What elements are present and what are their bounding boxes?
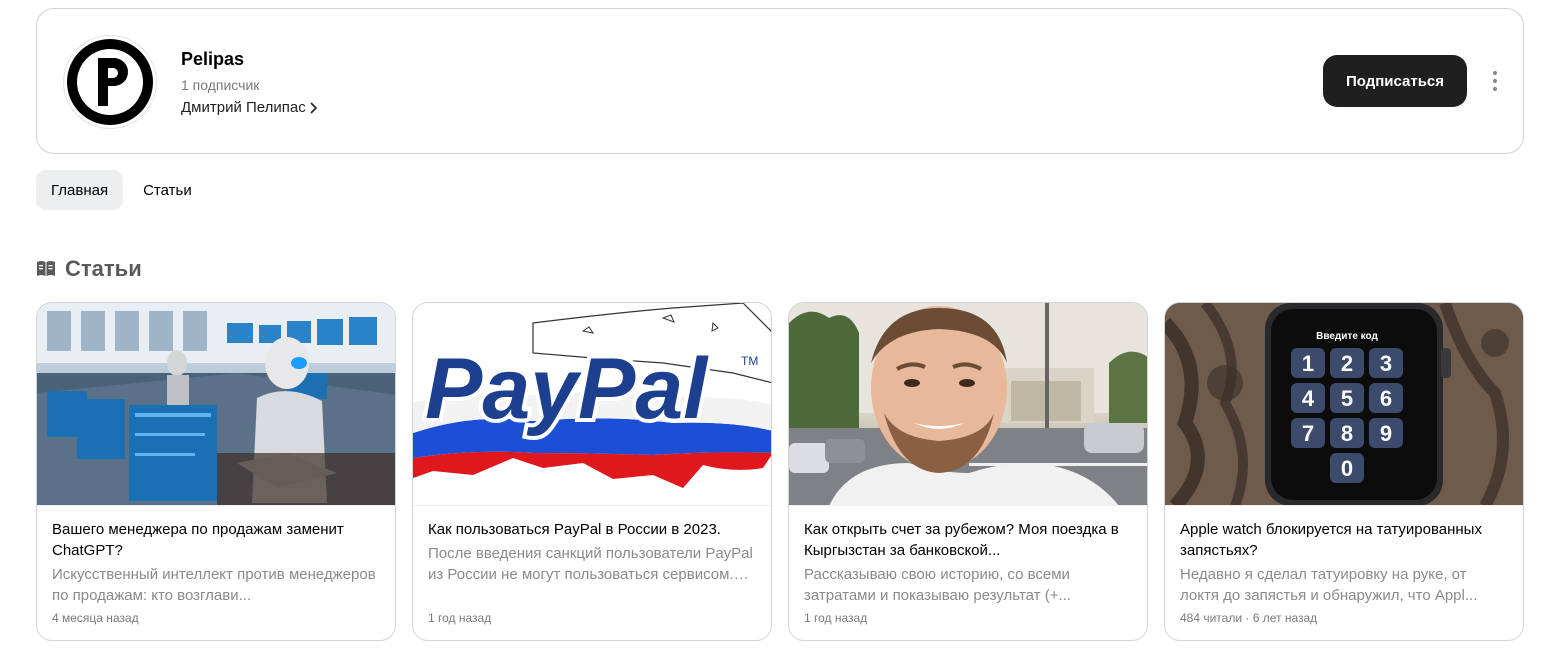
robot-office-illustration: [37, 303, 395, 505]
article-card[interactable]: Как открыть счет за рубежом? Моя поездка…: [788, 302, 1148, 641]
channel-header: Pelipas 1 подписчик Дмитрий Пелипас Подп…: [36, 8, 1524, 154]
keypad-digit: 7: [1302, 421, 1314, 446]
apple-watch-tattoo-illustration: Введите код 1 2 3 4 5 6 7 8 9 0: [1165, 303, 1523, 505]
article-meta: 4 месяца назад: [52, 611, 139, 625]
article-description: После введения санкций пользователи PayP…: [428, 545, 753, 583]
article-title[interactable]: Apple watch блокируется на татуированных…: [1180, 519, 1508, 561]
article-list: Вашего менеджера по продажам заменит Cha…: [36, 302, 1524, 641]
subscribe-button[interactable]: Подписаться: [1323, 55, 1467, 107]
keypad-digit: 3: [1380, 351, 1392, 376]
more-options-icon[interactable]: [1487, 65, 1503, 97]
section-heading: Статьи: [36, 256, 142, 282]
article-image-selfie-bishkek: [789, 303, 1147, 506]
article-title[interactable]: Вашего менеджера по продажам заменит Cha…: [52, 519, 380, 561]
section-title: Статьи: [65, 256, 142, 281]
articles-book-icon: [37, 261, 55, 276]
article-image-paypal-russia: PayPal PayPal TM: [413, 303, 771, 506]
tab-articles[interactable]: Статьи: [128, 170, 207, 210]
watch-prompt: Введите код: [1316, 331, 1378, 342]
channel-avatar[interactable]: [63, 35, 157, 129]
article-card[interactable]: Вашего менеджера по продажам заменит Cha…: [36, 302, 396, 641]
paypal-russia-map-illustration: PayPal PayPal TM: [413, 303, 771, 488]
keypad-digit: 0: [1341, 456, 1353, 481]
channel-logo-icon: [67, 39, 153, 125]
keypad-digit: 6: [1380, 386, 1392, 411]
article-image-apple-watch: Введите код 1 2 3 4 5 6 7 8 9 0: [1165, 303, 1523, 506]
article-description: Рассказываю свою историю, со всеми затра…: [804, 566, 1071, 604]
article-meta: 1 год назад: [428, 611, 492, 625]
tab-main[interactable]: Главная: [36, 170, 124, 210]
keypad-digit: 8: [1341, 421, 1353, 446]
article-image-robots-office: [37, 303, 395, 506]
article-description: Искусственный интеллект против менеджеро…: [52, 566, 376, 604]
article-card[interactable]: PayPal PayPal TM Как пользоваться PayPal…: [412, 302, 772, 641]
article-card[interactable]: Введите код 1 2 3 4 5 6 7 8 9 0 Apple watch блоки…: [1164, 302, 1524, 641]
article-description: Недавно я сделал татуировку на руке, от …: [1180, 566, 1478, 604]
keypad-digit: 2: [1341, 351, 1353, 376]
paypal-tm: TM: [741, 354, 758, 368]
author-link[interactable]: Дмитрий Пелипас: [181, 99, 318, 116]
article-meta: 484 читали · 6 лет назад: [1180, 611, 1318, 625]
keypad-digit: 5: [1341, 386, 1353, 411]
article-title[interactable]: Как пользоваться PayPal в России в 2023.: [428, 519, 756, 540]
keypad-digit: 9: [1380, 421, 1392, 446]
chevron-right-icon: [310, 101, 317, 114]
article-title[interactable]: Как открыть счет за рубежом? Моя поездка…: [804, 519, 1132, 561]
keypad-digit: 4: [1302, 386, 1315, 411]
paypal-logo: PayPal: [425, 341, 709, 437]
author-name: Дмитрий Пелипас: [181, 99, 306, 116]
channel-name: Pelipas: [181, 49, 245, 69]
keypad-digit: 1: [1302, 351, 1314, 376]
subscriber-count: 1 подписчик: [181, 77, 260, 93]
selfie-photo-illustration: [789, 303, 1147, 505]
article-meta: 1 год назад: [804, 611, 868, 625]
channel-tabs: Главная Статьи: [36, 170, 207, 210]
